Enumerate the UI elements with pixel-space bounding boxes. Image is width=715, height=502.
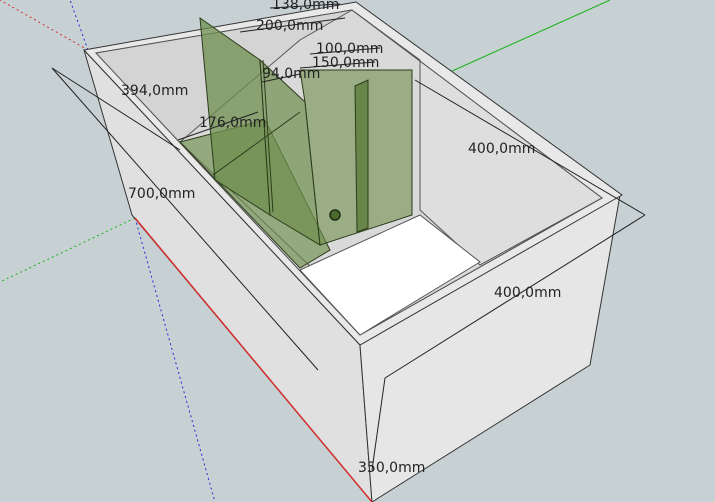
dimension-label-138[interactable]: 138,0mm [272,0,339,13]
dimension-label-400-side[interactable]: 400,0mm [494,285,561,301]
dimension-label-150[interactable]: 150,0mm [312,55,379,71]
dimension-label-400-top[interactable]: 400,0mm [468,141,535,157]
dimension-label-350[interactable]: 350,0mm [358,460,425,476]
model-viewport[interactable]: 138,0mm 200,0mm 100,0mm 150,0mm 94,0mm 3… [0,0,715,502]
dimension-label-200[interactable]: 200,0mm [256,18,323,34]
red-axis-dotted [0,0,89,51]
dimension-label-394[interactable]: 394,0mm [121,83,188,99]
green-axis-dotted [0,217,136,283]
green-axis [449,0,611,73]
dimension-label-176[interactable]: 176,0mm [199,115,266,131]
dimension-label-94[interactable]: 94,0mm [262,66,320,82]
glass-panel-divider[interactable] [354,79,369,233]
blue-axis-dotted-up [69,0,89,51]
dimension-label-700[interactable]: 700,0mm [128,186,195,202]
drain-hole-icon[interactable] [329,209,341,221]
